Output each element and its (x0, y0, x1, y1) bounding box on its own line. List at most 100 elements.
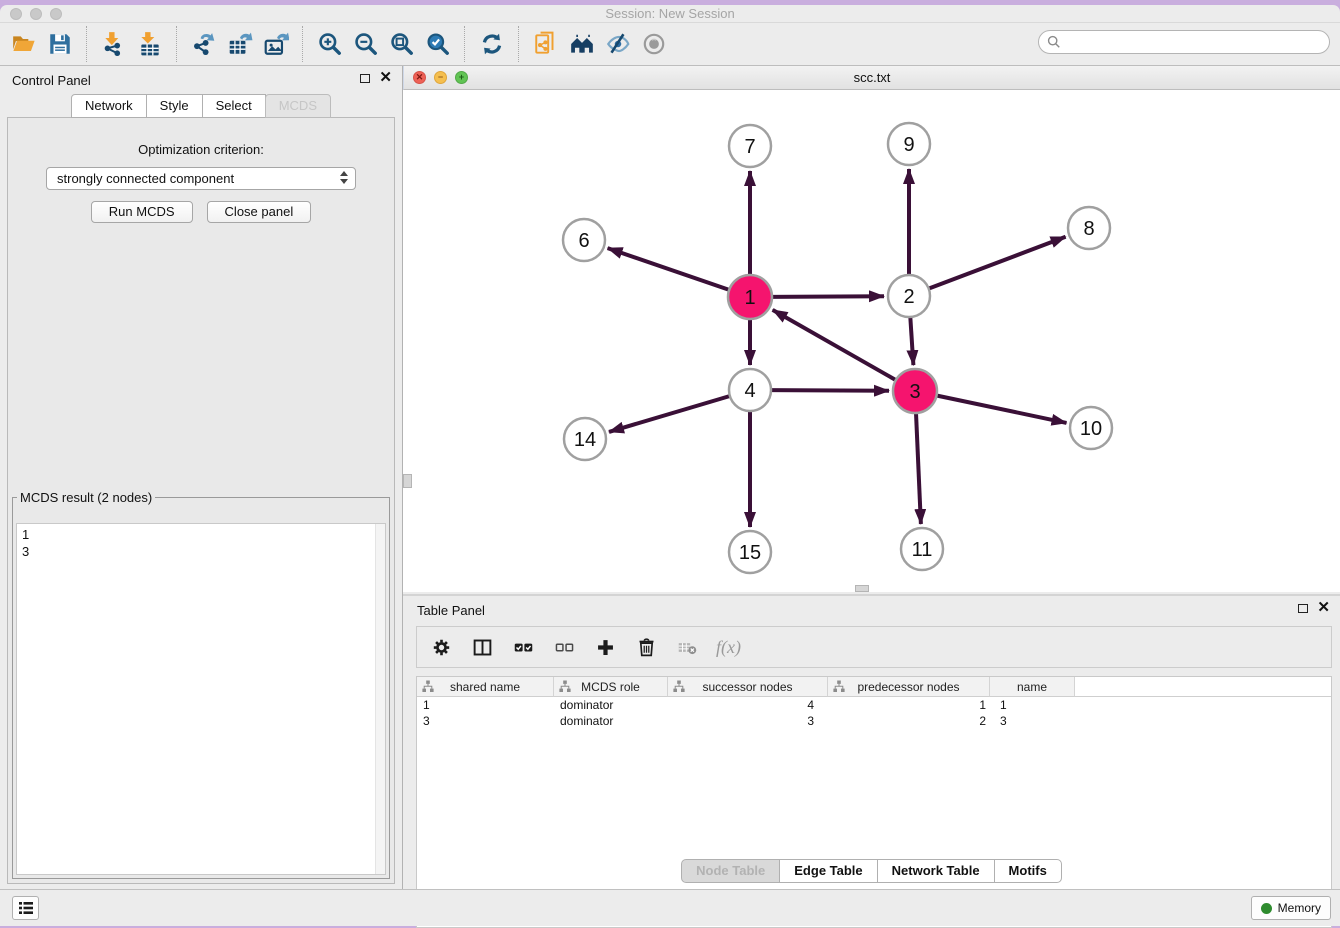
hide-selected-icon[interactable] (600, 26, 636, 62)
show-all-icon[interactable] (636, 26, 672, 62)
cell-shared-name[interactable]: 1 (417, 697, 554, 713)
graph-edge-2-8[interactable] (929, 237, 1066, 289)
graph-edge-2-3[interactable] (910, 317, 913, 365)
search-box[interactable] (1038, 30, 1330, 54)
import-table-icon[interactable] (132, 26, 168, 62)
split-table-view-icon[interactable] (470, 635, 494, 659)
column-header-mcds-role[interactable]: MCDS role (554, 677, 668, 697)
close-panel-button[interactable]: Close panel (207, 201, 312, 223)
graph-node-4[interactable]: 4 (729, 369, 771, 411)
graph-node-15[interactable]: 15 (729, 531, 771, 573)
svg-text:15: 15 (739, 542, 761, 564)
zoom-in-icon[interactable] (312, 26, 348, 62)
graph-edge-4-14[interactable] (609, 396, 730, 432)
criterion-select[interactable]: strongly connected component (46, 167, 356, 190)
export-table-icon[interactable] (222, 26, 258, 62)
table-row[interactable]: 3 dominator 3 2 3 (417, 713, 1331, 729)
graph-node-11[interactable]: 11 (901, 528, 943, 570)
cell-name[interactable]: 3 (990, 713, 1075, 729)
result-line: 1 (22, 526, 380, 543)
table-row[interactable]: 1 dominator 4 1 1 (417, 697, 1331, 713)
graph-edge-1-6[interactable] (608, 248, 730, 290)
svg-text:8: 8 (1083, 218, 1094, 240)
graph-node-14[interactable]: 14 (564, 418, 606, 460)
column-type-icon (559, 680, 571, 693)
first-neighbors-icon[interactable] (564, 26, 600, 62)
open-session-icon[interactable] (6, 26, 42, 62)
cell-successor-nodes[interactable]: 4 (668, 697, 828, 713)
graph-node-6[interactable]: 6 (563, 219, 605, 261)
titlebar: Session: New Session (0, 5, 1340, 22)
deselect-all-columns-icon[interactable] (552, 635, 576, 659)
graph-node-8[interactable]: 8 (1068, 207, 1110, 249)
network-window-title: scc.txt (404, 70, 1340, 85)
tab-network[interactable]: Network (71, 94, 147, 118)
mcds-result-text[interactable]: 1 3 (16, 523, 386, 875)
control-panel-title: Control Panel (12, 73, 91, 88)
zoom-selected-icon[interactable] (420, 26, 456, 62)
graph-edge-3-10[interactable] (937, 396, 1067, 423)
column-header-shared-name[interactable]: shared name (417, 677, 554, 697)
tab-select[interactable]: Select (202, 94, 266, 118)
search-input[interactable] (1066, 34, 1321, 51)
delete-column-icon[interactable] (634, 635, 658, 659)
refresh-network-icon[interactable] (474, 26, 510, 62)
tab-node-table[interactable]: Node Table (681, 859, 780, 883)
graph-edge-3-11[interactable] (916, 413, 921, 524)
cell-mcds-role[interactable]: dominator (554, 697, 668, 713)
function-builder-icon[interactable]: f(x) (716, 637, 741, 658)
export-image-icon[interactable] (258, 26, 294, 62)
column-header-successor-nodes[interactable]: successor nodes (668, 677, 828, 697)
network-canvas[interactable]: 7 9 6 8 1 2 4 3 14 10 15 11 (403, 89, 1340, 592)
tab-motifs[interactable]: Motifs (994, 859, 1062, 883)
zoom-out-icon[interactable] (348, 26, 384, 62)
graph-edge-3-1[interactable] (773, 310, 896, 380)
bottom-splitter-handle[interactable] (855, 585, 869, 592)
graph-edge-4-3[interactable] (771, 390, 889, 391)
graph-node-9[interactable]: 9 (888, 123, 930, 165)
cell-mcds-role[interactable]: dominator (554, 713, 668, 729)
column-header-name[interactable]: name (990, 677, 1075, 697)
graph-node-2[interactable]: 2 (888, 275, 930, 317)
close-panel-icon[interactable]: ✕ (379, 73, 392, 83)
memory-button[interactable]: Memory (1251, 896, 1331, 920)
cell-successor-nodes[interactable]: 3 (668, 713, 828, 729)
cell-predecessor-nodes[interactable]: 1 (828, 697, 990, 713)
task-history-button[interactable] (12, 896, 39, 920)
statusbar: Memory (0, 889, 1340, 926)
cell-predecessor-nodes[interactable]: 2 (828, 713, 990, 729)
tab-network-table[interactable]: Network Table (877, 859, 995, 883)
cell-shared-name[interactable]: 3 (417, 713, 554, 729)
tab-edge-table[interactable]: Edge Table (779, 859, 877, 883)
search-icon (1047, 35, 1061, 49)
column-type-icon (833, 680, 845, 693)
zoom-fit-icon[interactable] (384, 26, 420, 62)
save-session-icon[interactable] (42, 26, 78, 62)
result-scrollbar[interactable] (375, 524, 385, 874)
tab-style[interactable]: Style (146, 94, 203, 118)
create-column-icon[interactable] (593, 635, 617, 659)
svg-text:7: 7 (744, 136, 755, 158)
control-panel: Control Panel ✕ Network Style Select MCD… (0, 66, 403, 890)
float-panel-icon[interactable] (360, 74, 370, 83)
network-window-titlebar[interactable]: ✕ − + scc.txt (403, 66, 1340, 90)
float-table-panel-icon[interactable] (1298, 604, 1308, 613)
new-network-from-selection-icon[interactable] (528, 26, 564, 62)
close-table-panel-icon[interactable]: ✕ (1317, 603, 1330, 613)
export-network-icon[interactable] (186, 26, 222, 62)
graph-node-7[interactable]: 7 (729, 125, 771, 167)
graph-node-1[interactable]: 1 (728, 275, 772, 319)
memory-status-icon (1261, 903, 1272, 914)
column-header-predecessor-nodes[interactable]: predecessor nodes (828, 677, 990, 697)
tab-mcds[interactable]: MCDS (265, 94, 331, 118)
import-network-icon[interactable] (96, 26, 132, 62)
graph-node-10[interactable]: 10 (1070, 407, 1112, 449)
run-mcds-button[interactable]: Run MCDS (91, 201, 193, 223)
delete-table-icon[interactable] (675, 635, 699, 659)
graph-node-3[interactable]: 3 (893, 369, 937, 413)
table-settings-icon[interactable] (429, 635, 453, 659)
left-splitter-handle[interactable] (403, 474, 412, 488)
select-all-columns-icon[interactable] (511, 635, 535, 659)
graph-edge-1-2[interactable] (772, 296, 884, 297)
cell-name[interactable]: 1 (990, 697, 1075, 713)
